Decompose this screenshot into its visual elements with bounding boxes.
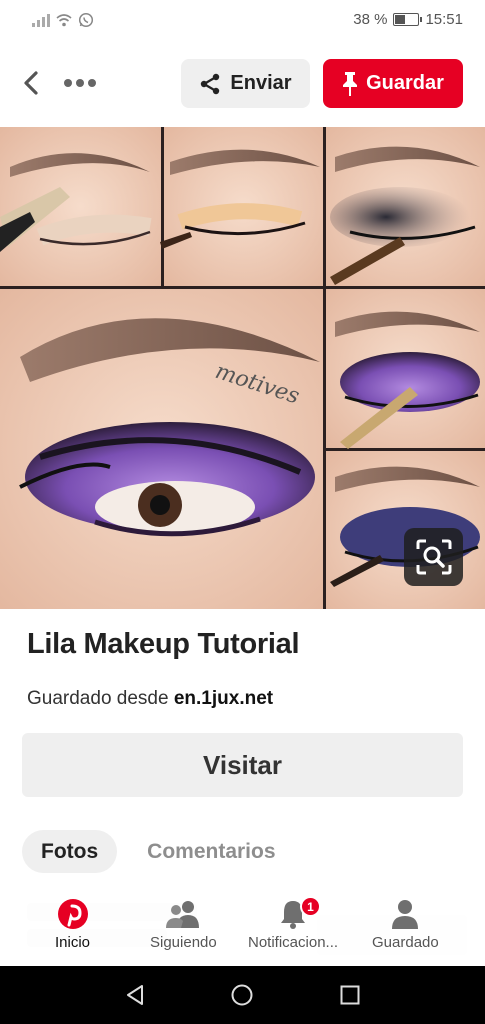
notification-badge: 1 bbox=[300, 896, 322, 917]
signal-icon bbox=[32, 13, 50, 27]
pin-title: Lila Makeup Tutorial bbox=[27, 628, 300, 660]
system-navigation-bar bbox=[0, 966, 485, 1024]
save-button[interactable]: Guardar bbox=[323, 59, 463, 108]
clock: 15:51 bbox=[425, 11, 463, 28]
system-home-button[interactable] bbox=[229, 982, 255, 1008]
ellipsis-icon bbox=[64, 79, 96, 87]
wifi-icon bbox=[56, 14, 72, 27]
tab-fotos[interactable]: Fotos bbox=[22, 830, 118, 873]
chevron-left-icon bbox=[24, 71, 38, 95]
square-recents-icon bbox=[340, 985, 360, 1005]
nav-home[interactable]: Inicio bbox=[55, 898, 90, 951]
back-button[interactable] bbox=[14, 64, 48, 102]
pin-icon bbox=[343, 71, 358, 96]
lens-search-icon bbox=[416, 539, 451, 575]
system-back-button[interactable] bbox=[122, 982, 148, 1008]
pinterest-icon bbox=[57, 899, 88, 929]
source-link[interactable]: en.1jux.net bbox=[174, 688, 273, 709]
share-label: Enviar bbox=[230, 72, 292, 94]
battery-icon bbox=[393, 13, 423, 26]
visual-search-button[interactable] bbox=[404, 528, 463, 586]
system-recents-button[interactable] bbox=[337, 982, 363, 1008]
status-bar: 38 % 15:51 bbox=[0, 0, 485, 40]
nav-saved[interactable]: Guardado bbox=[372, 898, 439, 951]
whatsapp-icon bbox=[78, 12, 94, 28]
bottom-navigation: Inicio Siguiendo 1 Notificacion... Guard… bbox=[0, 888, 485, 966]
tab-comentarios[interactable]: Comentarios bbox=[147, 830, 275, 873]
nav-following[interactable]: Siguiendo bbox=[150, 898, 217, 951]
people-icon bbox=[166, 901, 200, 928]
share-button[interactable]: Enviar bbox=[181, 59, 310, 108]
saved-from: Guardado desde en.1jux.net bbox=[27, 688, 273, 710]
triangle-back-icon bbox=[127, 985, 143, 1005]
visit-button[interactable]: Visitar bbox=[22, 733, 463, 797]
circle-home-icon bbox=[231, 984, 253, 1006]
saved-from-prefix: Guardado desde bbox=[27, 688, 169, 709]
pin-toolbar: Enviar Guardar bbox=[0, 50, 485, 116]
battery-percent: 38 % bbox=[353, 11, 388, 28]
visit-label: Visitar bbox=[202, 749, 282, 780]
person-icon bbox=[392, 900, 419, 929]
nav-notifications[interactable]: 1 Notificacion... bbox=[248, 896, 338, 951]
more-options-button[interactable] bbox=[58, 68, 102, 98]
save-label: Guardar bbox=[366, 72, 444, 94]
share-icon bbox=[201, 73, 220, 94]
content-tabs: Fotos Comentarios bbox=[22, 830, 276, 873]
